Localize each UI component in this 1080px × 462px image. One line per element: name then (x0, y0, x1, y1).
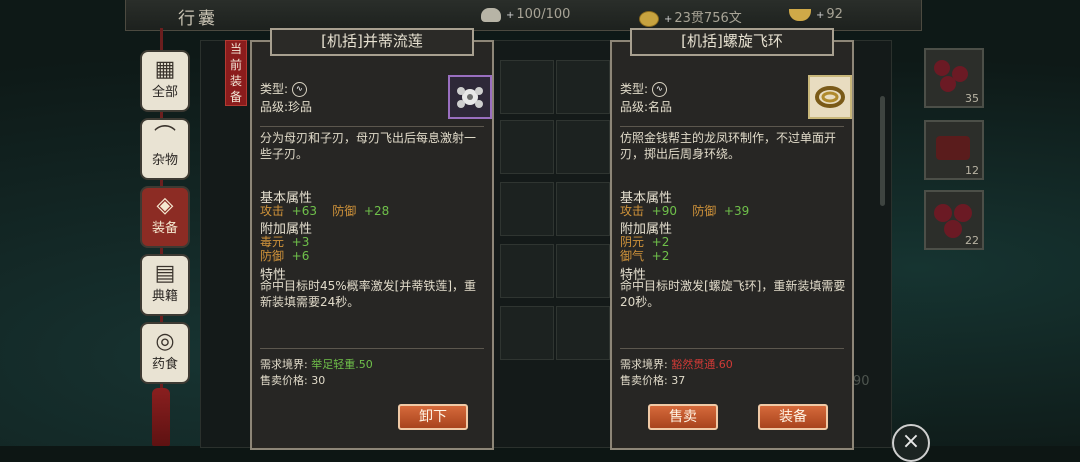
ingot-stat: +92 (789, 7, 843, 22)
tassel-decoration (152, 388, 170, 446)
armor-icon: ◈ (156, 193, 174, 218)
fan-icon: ⌒ (153, 125, 176, 150)
compare-item-panel: [机括]螺旋飞环 类型: ∿ 品级:名品 仿照金钱帮主的龙凤环制作，不过单面开刃… (610, 28, 854, 450)
type-row: 类型: ∿ (260, 82, 307, 97)
inventory-item[interactable]: 22 (924, 190, 984, 250)
grade-row: 品级:珍品 (260, 100, 313, 114)
extra-attr-row: 防御 +6 (260, 249, 310, 263)
lotus-blade-icon (457, 87, 483, 108)
grade-row: 品级:名品 (620, 100, 673, 114)
grid-icon: ▦ (154, 57, 176, 82)
price-row: 售卖价格: 30 (260, 374, 326, 387)
item-description: 仿照金钱帮主的龙凤环制作，不过单面开刃，掷出后周身环绕。 (620, 131, 837, 161)
divider (260, 348, 484, 349)
item-icon-frame (808, 75, 852, 119)
tab-all[interactable]: ▦ 全部 (140, 50, 190, 112)
inventory-item[interactable]: 35 (924, 48, 984, 108)
divider (620, 126, 844, 127)
ingot-icon (789, 8, 811, 21)
inventory-item[interactable]: 12 (924, 120, 984, 180)
grid-slot[interactable] (500, 244, 554, 298)
pouch-icon (936, 136, 970, 160)
divider (620, 348, 844, 349)
item-title: [机括]并蒂流莲 (270, 28, 474, 56)
item-description: 分为母刃和子刃，母刃飞出后每息激射一些子刃。 (260, 131, 477, 161)
close-icon[interactable]: × (892, 424, 930, 462)
berry-icon (934, 60, 950, 76)
grid-slot[interactable] (556, 306, 610, 360)
equipped-item-panel: [机括]并蒂流莲 类型: ∿ 品级:珍品 分为母刃和子刃，母刃飞出后每息激射一些… (250, 28, 494, 450)
item-title: [机括]螺旋飞环 (630, 28, 834, 56)
basic-attr-row: 攻击 +63 防御 +28 (260, 204, 390, 218)
grid-slot[interactable] (556, 120, 610, 174)
price-row: 售卖价格: 37 (620, 374, 686, 387)
requirement-row: 需求境界: 豁然贯通.60 (620, 358, 733, 371)
bag-icon (481, 7, 501, 22)
divider (260, 126, 484, 127)
extra-attr-row: 御气 +2 (620, 249, 670, 263)
coin-icon (639, 10, 659, 27)
grid-slot[interactable] (556, 182, 610, 236)
berry-icon (934, 204, 952, 222)
bag-capacity: +100/100 (481, 7, 570, 22)
inventory-header: 行囊 +100/100 +23贯756文 +92 (125, 0, 922, 31)
grid-slot[interactable] (500, 60, 554, 114)
equip-button[interactable]: 装备 (758, 404, 828, 430)
sell-button[interactable]: 售卖 (648, 404, 718, 430)
requirement-row: 需求境界: 举足轻重.50 (260, 358, 373, 371)
inventory-title: 行囊 (178, 9, 218, 29)
spiral-ring-icon (815, 86, 845, 108)
scrollbar[interactable] (880, 96, 885, 206)
grid-slot[interactable] (556, 244, 610, 298)
food-icon: ◎ (155, 329, 175, 354)
trait-text: 命中目标时45%概率激发[并蒂铁莲]，重新装填需要24秒。 (260, 279, 477, 309)
item-icon-frame (448, 75, 492, 119)
basic-attr-row: 攻击 +90 防御 +39 (620, 204, 750, 218)
unequip-button[interactable]: 卸下 (398, 404, 468, 430)
book-icon: ▤ (154, 261, 176, 286)
current-equipped-badge: 当前装备 (225, 40, 247, 106)
grid-slot[interactable] (556, 60, 610, 114)
grid-slot[interactable] (500, 120, 554, 174)
tab-food[interactable]: ◎ 药食 (140, 322, 190, 384)
tab-misc[interactable]: ⌒ 杂物 (140, 118, 190, 180)
extra-attr-row: 阴元 +2 (620, 235, 670, 249)
money-stat: +23贯756文 (639, 7, 742, 27)
mechanism-type-icon: ∿ (291, 82, 307, 97)
trait-text: 命中目标时激发[螺旋飞环]，重新装填需要20秒。 (620, 279, 846, 309)
tab-equipment[interactable]: ◈ 装备 (140, 186, 190, 248)
mechanism-type-icon: ∿ (651, 82, 667, 97)
type-row: 类型: ∿ (620, 82, 667, 97)
grid-slot[interactable] (500, 306, 554, 360)
extra-attr-row: 毒元 +3 (260, 235, 310, 249)
tab-books[interactable]: ▤ 典籍 (140, 254, 190, 316)
grid-slot[interactable] (500, 182, 554, 236)
